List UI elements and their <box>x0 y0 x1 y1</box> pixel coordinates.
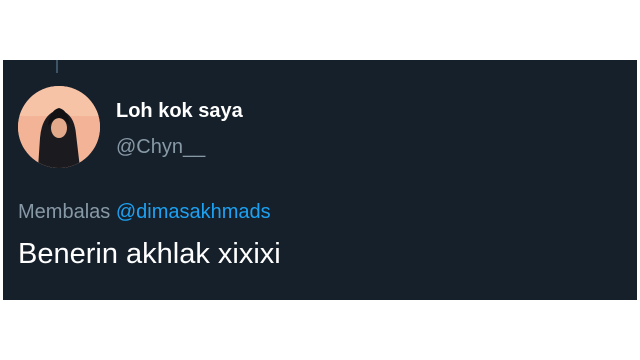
avatar-photo-icon <box>18 86 100 168</box>
display-name[interactable]: Loh kok saya <box>116 100 243 123</box>
avatar[interactable] <box>18 86 100 168</box>
user-handle[interactable]: @Chyn__ <box>116 136 205 159</box>
thread-connector-line <box>56 60 58 73</box>
reply-prefix-label: Membalas <box>18 201 111 223</box>
tweet-text: Benerin akhlak xixixi <box>18 238 281 270</box>
tweet-card[interactable]: Loh kok saya @Chyn__ Membalas @dimasakhm… <box>3 60 637 300</box>
reply-mention-link[interactable]: @dimasakhmads <box>116 201 271 223</box>
reply-context: Membalas @dimasakhmads <box>18 201 271 224</box>
screenshot-frame: Loh kok saya @Chyn__ Membalas @dimasakhm… <box>0 0 640 360</box>
